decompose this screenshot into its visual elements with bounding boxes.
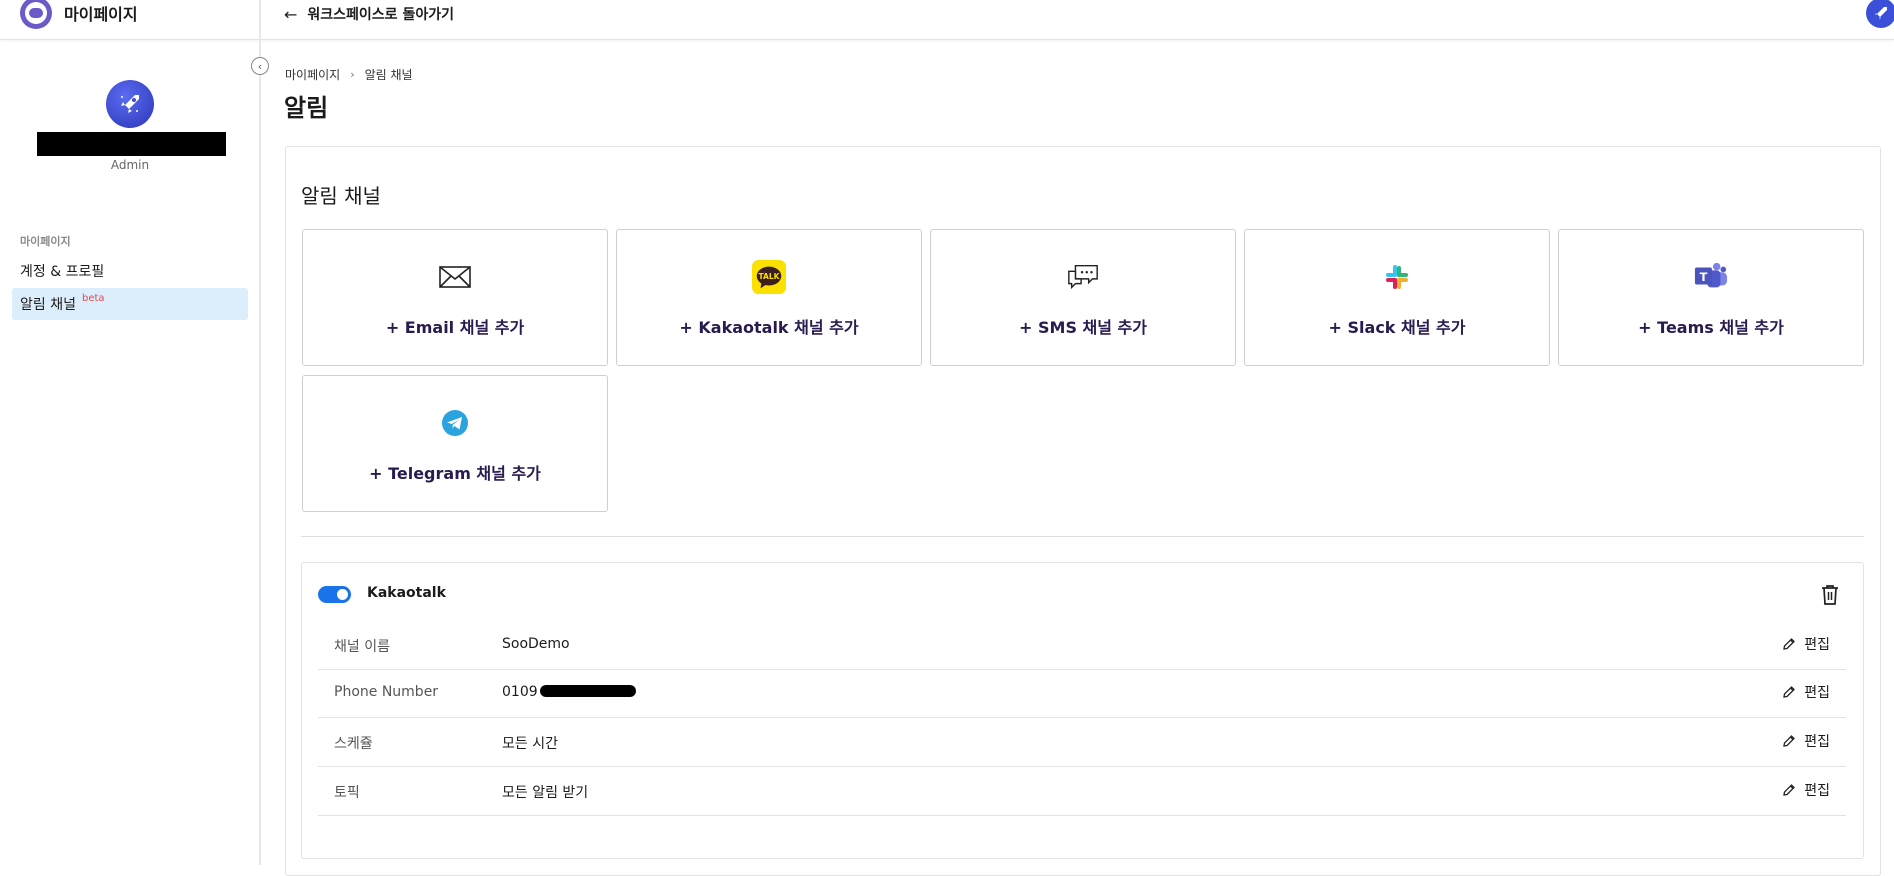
profile-avatar	[106, 80, 154, 128]
edit-button[interactable]: 편집	[1782, 731, 1830, 751]
card-label: + Telegram 채널 추가	[369, 464, 541, 483]
section-divider	[301, 536, 1864, 537]
pencil-icon	[1783, 735, 1796, 747]
arrow-left-icon: ←	[284, 4, 298, 24]
sidebar-item-account-profile[interactable]: 계정 & 프로필	[12, 255, 248, 287]
pencil-icon	[1783, 686, 1796, 698]
channel-enabled-toggle[interactable]	[318, 586, 351, 603]
card-label: + Kakaotalk 채널 추가	[679, 318, 859, 337]
slack-icon	[1380, 260, 1414, 294]
channel-row-topic: 토픽 모든 알림 받기 편집	[318, 768, 1846, 816]
redacted-username	[37, 132, 226, 156]
channel-row-name: 채널 이름 SooDemo 편집	[318, 622, 1846, 670]
delete-channel-button[interactable]	[1820, 584, 1842, 606]
row-key: 스케쥴	[334, 736, 373, 752]
edit-label: 편집	[1804, 637, 1830, 653]
breadcrumb-item-mypage[interactable]: 마이페이지	[285, 66, 340, 83]
chevron-right-icon: ›	[350, 68, 355, 81]
channel-row-schedule: 스케쥴 모든 시간 편집	[318, 719, 1846, 767]
svg-text:T: T	[1700, 270, 1708, 284]
top-bar: 마이페이지 ← 워크스페이스로 돌아가기	[0, 0, 1894, 40]
edit-label: 편집	[1804, 783, 1830, 799]
row-key: Phone Number	[334, 684, 439, 700]
edit-label: 편집	[1804, 734, 1830, 750]
breadcrumb-item-current: 알림 채널	[364, 68, 413, 82]
toggle-knob	[337, 589, 348, 600]
back-to-workspace-link[interactable]: ← 워크스페이스로 돌아가기	[284, 2, 454, 26]
sidebar-item-label: 계정 & 프로필	[20, 264, 105, 280]
edit-label: 편집	[1804, 685, 1830, 701]
section-title: 알림 채널	[301, 184, 381, 208]
sms-chat-icon	[1066, 260, 1100, 294]
channel-row-phone: Phone Number 0109 편집	[318, 670, 1846, 718]
user-role: Admin	[110, 158, 150, 172]
add-sms-channel-button[interactable]: + SMS 채널 추가	[930, 229, 1236, 366]
app-title: 마이페이지	[64, 5, 138, 24]
pencil-icon	[1783, 638, 1796, 650]
redacted-phone	[539, 685, 636, 697]
add-slack-channel-button[interactable]: + Slack 채널 추가	[1244, 229, 1550, 366]
user-avatar-button[interactable]	[1866, 0, 1894, 28]
row-key: 채널 이름	[334, 639, 390, 655]
beta-badge: beta	[81, 292, 105, 304]
page-title: 알림	[284, 94, 329, 122]
rocket-icon	[1875, 7, 1887, 19]
add-email-channel-button[interactable]: + Email 채널 추가	[302, 229, 608, 366]
channel-name: Kakaotalk	[367, 585, 446, 601]
row-value: SooDemo	[502, 636, 570, 652]
chevron-left-icon: ‹	[257, 59, 263, 73]
collapse-sidebar-button[interactable]: ‹	[251, 57, 269, 75]
edit-button[interactable]: 편집	[1782, 780, 1830, 800]
card-label: + SMS 채널 추가	[1019, 318, 1147, 337]
card-label: + Email 채널 추가	[385, 318, 525, 337]
brand-logo-icon	[20, 0, 52, 29]
envelope-icon	[438, 260, 472, 294]
sidebar-item-notification-channels[interactable]: 알림 채널 beta	[12, 288, 248, 320]
brand[interactable]: 마이페이지	[20, 0, 138, 30]
row-key: 토픽	[334, 785, 360, 801]
sidebar-divider	[259, 0, 261, 865]
breadcrumb: 마이페이지 › 알림 채널	[285, 66, 413, 83]
row-value: 모든 알림 받기	[502, 785, 589, 801]
add-teams-channel-button[interactable]: T + Teams 채널 추가	[1558, 229, 1864, 366]
add-kakaotalk-channel-button[interactable]: TALK + Kakaotalk 채널 추가	[616, 229, 922, 366]
edit-button[interactable]: 편집	[1782, 634, 1830, 654]
sidebar-item-label: 알림 채널	[20, 297, 76, 313]
telegram-icon	[438, 406, 472, 440]
back-link-label: 워크스페이스로 돌아가기	[307, 7, 454, 23]
row-value: 모든 시간	[502, 736, 558, 752]
card-label: + Teams 채널 추가	[1638, 318, 1784, 337]
svg-text:TALK: TALK	[758, 272, 780, 281]
edit-button[interactable]: 편집	[1782, 682, 1830, 702]
row-value: 0109	[502, 684, 636, 700]
sidebar-section-label: 마이페이지	[20, 235, 71, 248]
card-label: + Slack 채널 추가	[1328, 318, 1466, 337]
phone-prefix: 0109	[502, 684, 538, 700]
rocket-icon	[121, 95, 139, 113]
teams-icon: T	[1694, 260, 1728, 294]
trash-icon	[1822, 585, 1838, 605]
add-telegram-channel-button[interactable]: + Telegram 채널 추가	[302, 375, 608, 512]
kakaotalk-icon: TALK	[752, 260, 786, 294]
pencil-icon	[1783, 784, 1796, 796]
